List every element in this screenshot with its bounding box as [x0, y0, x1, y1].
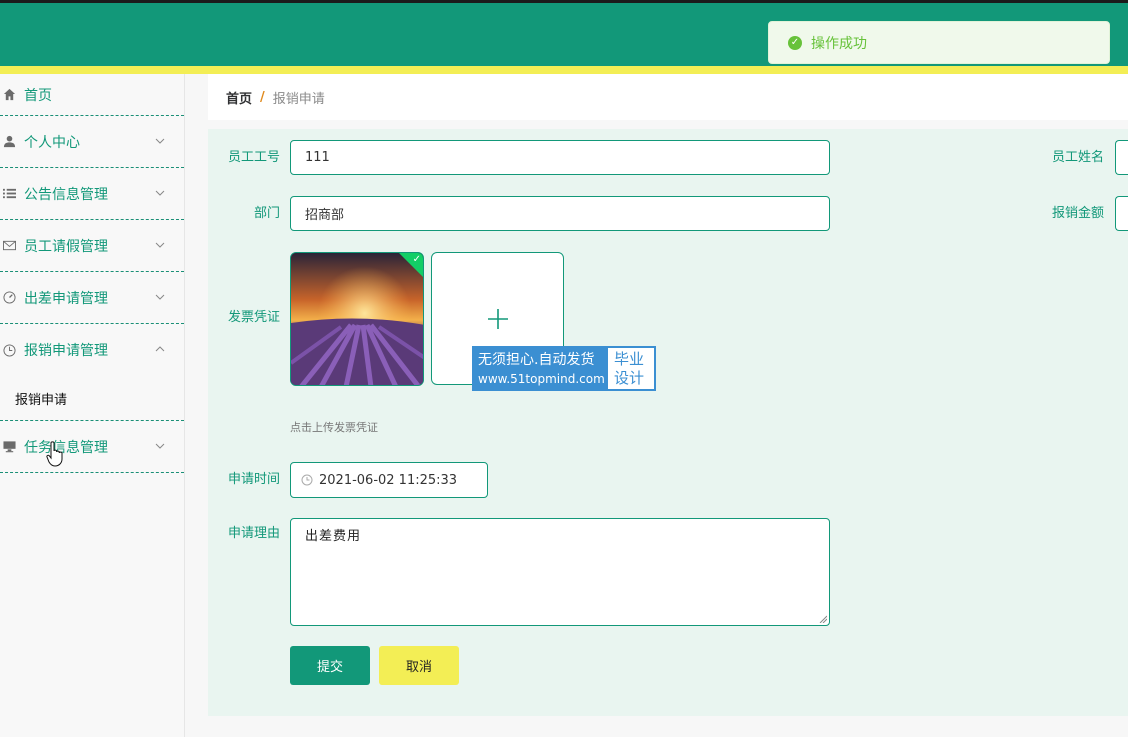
chevron-up-icon: [155, 346, 165, 352]
chevron-down-icon: [155, 138, 165, 144]
clock-icon: [2, 343, 16, 357]
watermark-line1: 无须担心.自动发货: [478, 352, 595, 368]
employee-no-label: 员工工号: [227, 150, 280, 165]
department-label: 部门: [253, 206, 280, 221]
check-icon: ✓: [412, 254, 421, 265]
apply-time-value: 2021-06-02 11:25:33: [319, 472, 458, 488]
sidebar-item-reimbursement[interactable]: 报销申请管理: [0, 324, 184, 376]
watermark-line2: www.51topmind.com: [478, 372, 605, 386]
sidebar-item-personal-center[interactable]: 个人中心: [0, 116, 184, 168]
invoice-label: 发票凭证: [227, 310, 280, 325]
list-icon: [2, 187, 16, 201]
watermark-left: 无须担心.自动发货 www.51topmind.com: [474, 348, 608, 389]
home-icon: [2, 88, 16, 102]
sidebar-item-label: 出差申请管理: [24, 290, 108, 307]
watermark-right: 毕业 设计: [608, 348, 654, 389]
amount-label: 报销金额: [1051, 206, 1104, 221]
sidebar-item-label: 任务信息管理: [24, 439, 108, 456]
cancel-button[interactable]: 取消: [379, 646, 459, 685]
breadcrumb-separator: /: [260, 89, 265, 105]
submit-button[interactable]: 提交: [290, 646, 370, 685]
department-input[interactable]: 招商部: [290, 196, 830, 231]
employee-name-input[interactable]: [1115, 140, 1128, 175]
toast-message: 操作成功: [811, 35, 867, 52]
sidebar-item-tasks[interactable]: 任务信息管理: [0, 421, 184, 473]
watermark-banner: 无须担心.自动发货 www.51topmind.com 毕业 设计: [472, 346, 656, 391]
sidebar-item-leave[interactable]: 员工请假管理: [0, 220, 184, 272]
amount-input[interactable]: [1115, 196, 1128, 231]
header-stripe: [0, 66, 1128, 74]
employee-no-input[interactable]: 111: [290, 140, 830, 175]
gauge-icon: [2, 291, 16, 305]
watermark-right-line2: 设计: [614, 369, 645, 387]
user-icon: [2, 135, 16, 149]
breadcrumb-home[interactable]: 首页: [226, 88, 252, 107]
monitor-icon: [2, 440, 16, 454]
chevron-down-icon: [155, 443, 165, 449]
sidebar-item-notice[interactable]: 公告信息管理: [0, 168, 184, 220]
chevron-down-icon: [155, 294, 165, 300]
sidebar-item-label: 首页: [24, 87, 52, 104]
resize-handle-icon[interactable]: [819, 615, 827, 623]
form-panel: 员工工号 111 员工姓名 部门 招商部 报销金额 发票凭证 ✓ 无须担心.自动…: [208, 129, 1128, 716]
sidebar-item-label: 员工请假管理: [24, 238, 108, 255]
clock-icon: [301, 474, 313, 486]
reason-text: 出差费用: [305, 529, 362, 544]
watermark-right-line1: 毕业: [614, 350, 645, 368]
reason-textarea[interactable]: 出差费用: [290, 518, 830, 626]
sidebar-item-label: 报销申请管理: [24, 343, 108, 359]
breadcrumb-current: 报销申请: [272, 91, 325, 107]
mail-icon: [2, 239, 16, 253]
reason-label: 申请理由: [227, 526, 280, 541]
plus-icon: [488, 309, 508, 329]
sidebar-item-business-trip[interactable]: 出差申请管理: [0, 272, 184, 324]
submenu-item-reimbursement-apply[interactable]: 报销申请: [0, 376, 184, 421]
check-circle-icon: ✓: [788, 35, 802, 50]
invoice-image-thumbnail[interactable]: ✓: [290, 252, 424, 386]
upload-tip: 点击上传发票凭证: [290, 421, 378, 434]
employee-name-label: 员工姓名: [1051, 150, 1104, 165]
chevron-down-icon: [155, 190, 165, 196]
success-toast: ✓ 操作成功: [768, 21, 1110, 64]
sidebar: 首页 个人中心 公告信息管理 员工请假管理 出差申请管理 报销申请管理 报销申请…: [0, 74, 185, 737]
hand-cursor-icon: [46, 441, 63, 467]
sidebar-item-label: 公告信息管理: [24, 186, 108, 203]
apply-time-picker[interactable]: 2021-06-02 11:25:33: [290, 462, 488, 498]
breadcrumb: 首页 / 报销申请: [208, 74, 1128, 120]
sidebar-item-home[interactable]: 首页: [0, 74, 184, 116]
chevron-down-icon: [155, 242, 165, 248]
apply-time-label: 申请时间: [227, 472, 280, 487]
sidebar-item-label: 个人中心: [24, 134, 80, 151]
